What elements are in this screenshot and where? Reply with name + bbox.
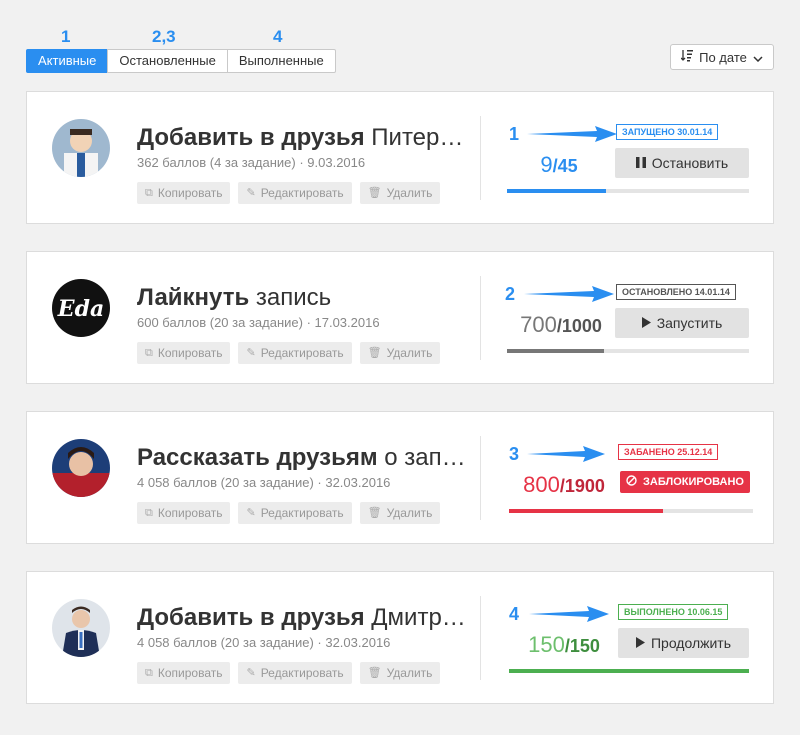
pencil-icon: ✎ xyxy=(246,667,256,679)
copy-button[interactable]: ⧉ Копировать xyxy=(137,342,231,364)
progress-bar xyxy=(509,669,749,673)
copy-button[interactable]: ⧉ Копировать xyxy=(137,182,231,204)
delete-button[interactable]: 🗑 Удалить xyxy=(359,182,441,204)
task-title[interactable]: Рассказать друзьям о зап… xyxy=(137,444,467,472)
task-title[interactable]: Добавить в друзья Питер … xyxy=(137,124,467,152)
task-subtitle: 362 баллов (4 за задание) · 9.03.2016 xyxy=(137,155,366,170)
trash-icon: 🗑 xyxy=(367,507,382,519)
tab-active[interactable]: Активные xyxy=(26,49,109,73)
annotation-arrow-icon xyxy=(529,606,609,622)
sort-dropdown[interactable]: По дате xyxy=(670,44,774,70)
task-title[interactable]: Лайкнуть запись xyxy=(137,284,467,312)
task-card: Рассказать друзьям о зап… 4 058 баллов (… xyxy=(26,411,774,544)
annotation-number: 4 xyxy=(509,604,520,624)
divider xyxy=(480,116,481,200)
start-button[interactable]: Запустить xyxy=(615,308,749,338)
copy-icon: ⧉ xyxy=(145,347,153,359)
edit-button[interactable]: ✎ Редактировать xyxy=(238,182,352,204)
sort-label: По дате xyxy=(699,49,747,65)
copy-button[interactable]: ⧉ Копировать xyxy=(137,662,231,684)
play-icon xyxy=(635,635,645,651)
trash-icon: 🗑 xyxy=(367,667,382,679)
progress-bar xyxy=(507,189,749,193)
annotation-number: 3 xyxy=(509,444,520,464)
divider xyxy=(480,276,481,360)
tab-number-stopped: 2,3 xyxy=(152,27,176,46)
tab-completed[interactable]: Выполненные xyxy=(226,49,336,73)
progress-counter: 150/150 xyxy=(528,632,600,657)
pencil-icon: ✎ xyxy=(246,187,256,199)
task-subtitle: 4 058 баллов (20 за задание) · 32.03.201… xyxy=(137,475,391,490)
progress-counter: 800/1900 xyxy=(523,472,605,497)
sort-icon xyxy=(680,49,694,65)
status-tabs: Активные Остановленные Выполненные xyxy=(26,49,336,73)
task-subtitle: 600 баллов (20 за задание) · 17.03.2016 xyxy=(137,315,380,330)
task-actions: ⧉ Копировать ✎ Редактировать 🗑 Удалить xyxy=(137,342,441,364)
progress-fill xyxy=(509,669,749,673)
copy-icon: ⧉ xyxy=(145,187,153,199)
tab-number-active: 1 xyxy=(61,27,71,46)
progress-counter: 9/45 xyxy=(540,152,578,177)
blocked-button[interactable]: ЗАБЛОКИРОВАНО xyxy=(620,471,750,493)
tab-number-done: 4 xyxy=(273,27,283,46)
divider xyxy=(480,436,481,520)
ban-icon xyxy=(626,475,637,489)
copy-icon: ⧉ xyxy=(145,507,153,519)
continue-button[interactable]: Продолжить xyxy=(618,628,749,658)
progress-fill xyxy=(507,189,607,193)
annotation-arrow-icon xyxy=(527,126,617,142)
pencil-icon: ✎ xyxy=(246,347,256,359)
status-badge: ОСТАНОВЛЕНО 14.01.14 xyxy=(616,284,736,300)
annotation-number: 1 xyxy=(509,124,520,144)
task-card: Eda Лайкнуть запись 600 баллов (20 за за… xyxy=(26,251,774,384)
edit-button[interactable]: ✎ Редактировать xyxy=(238,662,352,684)
tab-stopped[interactable]: Остановленные xyxy=(107,49,228,73)
edit-button[interactable]: ✎ Редактировать xyxy=(238,342,352,364)
task-actions: ⧉ Копировать ✎ Редактировать 🗑 Удалить xyxy=(137,502,441,524)
avatar xyxy=(52,439,110,497)
avatar xyxy=(52,119,110,177)
play-icon xyxy=(641,315,651,331)
status-badge: ВЫПОЛНЕНО 10.06.15 xyxy=(618,604,729,620)
task-actions: ⧉ Копировать ✎ Редактировать 🗑 Удалить xyxy=(137,182,441,204)
divider xyxy=(480,596,481,680)
trash-icon: 🗑 xyxy=(367,347,382,359)
delete-button[interactable]: 🗑 Удалить xyxy=(359,662,441,684)
status-badge: ЗАБАНЕНО 25.12.14 xyxy=(618,444,719,460)
progress-bar xyxy=(507,349,749,353)
status-badge: ЗАПУЩЕНО 30.01.14 xyxy=(616,124,719,140)
chevron-down-icon xyxy=(753,50,763,65)
delete-button[interactable]: 🗑 Удалить xyxy=(359,502,441,524)
task-actions: ⧉ Копировать ✎ Редактировать 🗑 Удалить xyxy=(137,662,441,684)
task-card: Добавить в друзья Питер … 362 баллов (4 … xyxy=(26,91,774,224)
delete-button[interactable]: 🗑 Удалить xyxy=(359,342,441,364)
svg-text:Eda: Eda xyxy=(57,296,104,322)
edit-button[interactable]: ✎ Редактировать xyxy=(238,502,352,524)
avatar xyxy=(52,599,110,657)
annotation-arrow-icon xyxy=(524,286,614,302)
annotation-number: 2 xyxy=(505,284,516,304)
progress-bar xyxy=(509,509,753,513)
avatar: Eda xyxy=(52,279,110,337)
annotation-arrow-icon xyxy=(527,446,605,462)
progress-fill xyxy=(507,349,604,353)
copy-icon: ⧉ xyxy=(145,667,153,679)
task-subtitle: 4 058 баллов (20 за задание) · 32.03.201… xyxy=(137,635,391,650)
progress-fill xyxy=(509,509,663,513)
stop-button[interactable]: Остановить xyxy=(615,148,749,178)
progress-counter: 700/1000 xyxy=(520,312,602,337)
copy-button[interactable]: ⧉ Копировать xyxy=(137,502,231,524)
pencil-icon: ✎ xyxy=(246,507,256,519)
task-card: Добавить в друзья Дмитр… 4 058 баллов (2… xyxy=(26,571,774,704)
trash-icon: 🗑 xyxy=(367,187,382,199)
task-title[interactable]: Добавить в друзья Дмитр… xyxy=(137,604,467,632)
pause-icon xyxy=(635,155,646,171)
